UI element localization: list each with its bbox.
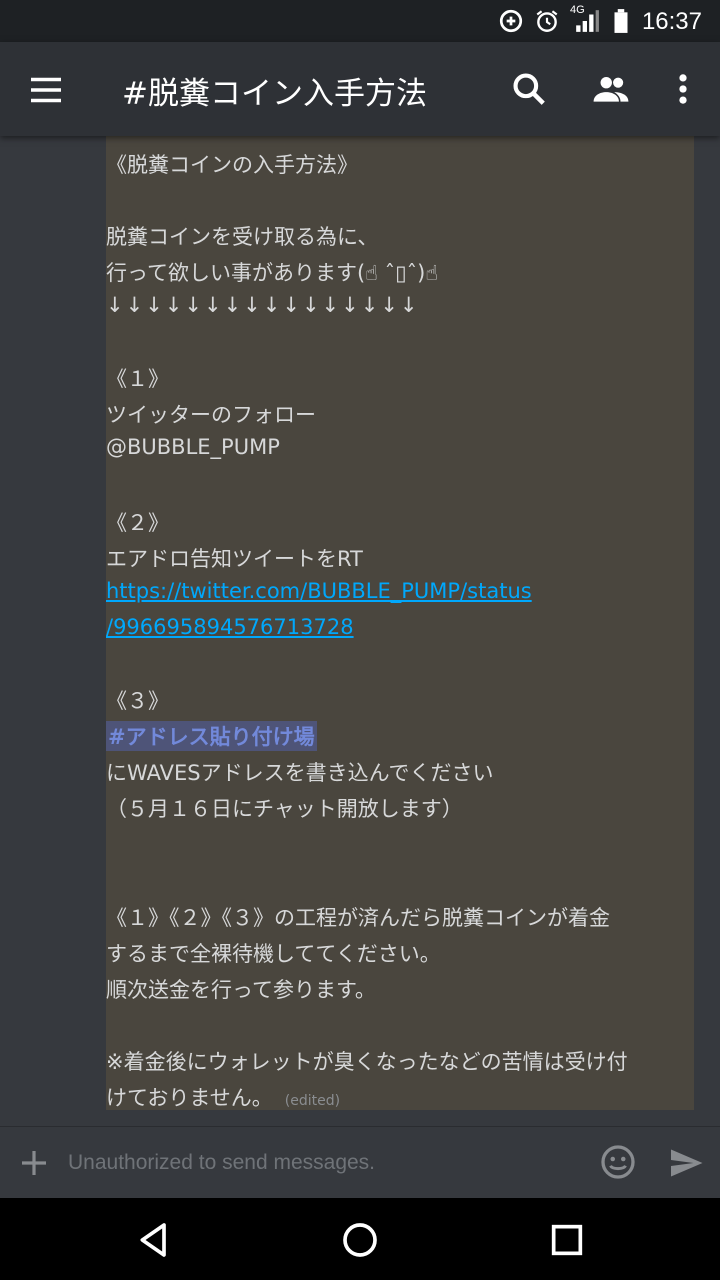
channel-mention[interactable]: #アドレス貼り付け場 bbox=[106, 721, 317, 751]
message-line: するまで全裸待機しててください。 bbox=[106, 942, 441, 966]
plus-icon[interactable] bbox=[18, 1147, 50, 1179]
status-bar: 4G 16:37 bbox=[0, 0, 720, 42]
message-line: ※着金後にウォレットが臭くなったなどの苦情は受け付 bbox=[106, 1050, 628, 1074]
message-line: 行って欲しい事があります(☝ ˆ▯ˆ)☝ bbox=[106, 261, 439, 285]
edited-label: (edited) bbox=[284, 1093, 341, 1109]
back-icon[interactable] bbox=[134, 1220, 174, 1260]
message-list[interactable]: 《脱糞コインの入手方法》 脱糞コインを受け取る為に、 行って欲しい事があります(… bbox=[0, 136, 720, 1126]
emoji-icon[interactable] bbox=[600, 1144, 636, 1180]
message-line: 《１》 bbox=[106, 367, 169, 391]
overflow-icon[interactable] bbox=[664, 70, 702, 108]
message-input[interactable]: Unauthorized to send messages. bbox=[68, 1151, 375, 1175]
message-line: 脱糞コインを受け取る為に、 bbox=[106, 225, 379, 249]
message-line: 《２》 bbox=[106, 511, 169, 535]
alarm-icon bbox=[536, 10, 558, 32]
message-line: 《脱糞コインの入手方法》 bbox=[106, 153, 358, 177]
members-icon[interactable] bbox=[592, 70, 630, 108]
message-text: けておりません。 bbox=[106, 1086, 273, 1110]
tweet-link[interactable]: /996695894576713728 bbox=[106, 615, 354, 639]
battery-icon bbox=[614, 9, 628, 33]
message-line: （５月１６日にチャット開放します） bbox=[106, 797, 463, 821]
send-icon[interactable] bbox=[667, 1145, 705, 1181]
message-line: にWAVESアドレスを書き込んでください bbox=[106, 761, 494, 785]
signal-icon bbox=[576, 10, 599, 32]
search-icon[interactable] bbox=[510, 70, 548, 108]
message-line: 《３》 bbox=[106, 689, 169, 713]
data-saver-icon bbox=[499, 9, 523, 33]
home-icon[interactable] bbox=[340, 1220, 380, 1260]
nav-bar bbox=[0, 1198, 720, 1280]
app-bar: #脱糞コイン入手方法 bbox=[0, 42, 720, 136]
tweet-link[interactable]: https://twitter.com/BUBBLE_PUMP/status bbox=[106, 579, 532, 603]
channel-title: #脱糞コイン入手方法 bbox=[122, 76, 427, 112]
message-line: ↓↓↓↓↓↓↓↓↓↓↓↓↓↓↓↓ bbox=[106, 293, 420, 317]
message-line: ツイッターのフォロー bbox=[106, 403, 316, 427]
recents-icon[interactable] bbox=[547, 1220, 587, 1260]
message-line: 《１》《２》《３》の工程が済んだら脱糞コインが着金 bbox=[106, 906, 610, 930]
message-line-last: けておりません。 (edited) bbox=[106, 1082, 340, 1112]
message-line: @BUBBLE_PUMP bbox=[106, 435, 280, 459]
message-line: 順次送金を行って参ります。 bbox=[106, 978, 376, 1002]
input-bar: Unauthorized to send messages. bbox=[0, 1126, 720, 1198]
menu-icon[interactable] bbox=[28, 72, 64, 108]
message-line: エアドロ告知ツイートをRT bbox=[106, 547, 363, 571]
clock: 16:37 bbox=[641, 8, 702, 35]
